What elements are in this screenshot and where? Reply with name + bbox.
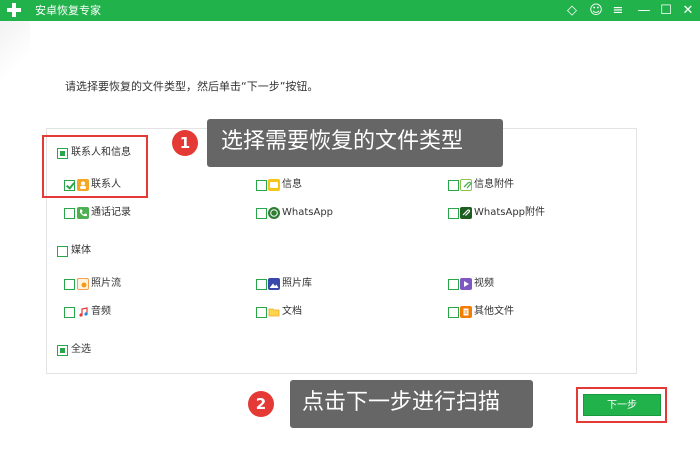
message-attachments-checkbox[interactable] [448, 180, 459, 191]
select-all-checkbox[interactable] [57, 345, 68, 356]
messages-checkbox[interactable] [256, 180, 267, 191]
chat-icon[interactable]: ☺ [586, 1, 606, 20]
instruction-text: 请选择要恢复的文件类型，然后单击“下一步”按钮。 [65, 80, 319, 93]
call-log-checkbox[interactable] [64, 208, 75, 219]
group-media-checkbox[interactable] [57, 246, 68, 257]
photo-stream-checkbox[interactable] [64, 279, 75, 290]
photo-stream-label: 照片流 [91, 278, 121, 289]
callout-step-2-text: 点击下一步进行扫描 [302, 390, 501, 415]
next-button[interactable]: 下一步 [583, 394, 661, 416]
messages-label: 信息 [282, 179, 302, 190]
photo-stream-icon [77, 278, 89, 290]
whatsapp-checkbox[interactable] [256, 208, 267, 219]
highlight-box-contacts [42, 135, 148, 198]
minimize-button[interactable]: — [634, 1, 654, 20]
whatsapp-attachments-checkbox[interactable] [448, 208, 459, 219]
app-title: 安卓恢复专家 [35, 4, 101, 17]
step-badge-1: 1 [172, 130, 198, 156]
file-icon [460, 306, 472, 318]
message-attachments-label: 信息附件 [474, 179, 514, 190]
step-badge-2: 2 [248, 391, 274, 417]
whatsapp-icon [268, 207, 280, 219]
menu-icon[interactable]: ≡ [608, 1, 628, 20]
whatsapp-attachment-icon [460, 207, 472, 219]
folder-icon [268, 306, 280, 318]
callout-step-1-text: 选择需要恢复的文件类型 [221, 129, 464, 154]
background-decoration [0, 21, 30, 81]
maximize-button[interactable]: ☐ [656, 1, 676, 20]
video-checkbox[interactable] [448, 279, 459, 290]
other-files-label: 其他文件 [474, 306, 514, 317]
music-icon [77, 306, 89, 318]
audio-label: 音频 [91, 306, 111, 317]
photo-library-label: 照片库 [282, 278, 312, 289]
group-media-label: 媒体 [71, 245, 91, 256]
close-button[interactable]: ✕ [678, 1, 698, 20]
other-files-checkbox[interactable] [448, 307, 459, 318]
audio-checkbox[interactable] [64, 307, 75, 318]
call-log-label: 通话记录 [91, 207, 131, 218]
paperclip-icon [460, 179, 472, 191]
callout-step-2: 点击下一步进行扫描 [290, 380, 533, 428]
diamond-icon[interactable]: ◇ [562, 1, 582, 20]
video-icon [460, 278, 472, 290]
messages-icon [268, 179, 280, 191]
phone-icon [77, 207, 89, 219]
photo-library-icon [268, 278, 280, 290]
whatsapp-label: WhatsApp [282, 207, 334, 218]
documents-label: 文档 [282, 306, 302, 317]
select-all-label: 全选 [71, 344, 91, 355]
callout-step-1: 选择需要恢复的文件类型 [207, 119, 503, 167]
photo-library-checkbox[interactable] [256, 279, 267, 290]
app-logo-icon [6, 2, 22, 18]
documents-checkbox[interactable] [256, 307, 267, 318]
video-label: 视频 [474, 278, 494, 289]
title-bar: 安卓恢复专家 ◇ ☺ ≡ — ☐ ✕ [0, 0, 700, 21]
whatsapp-attachments-label: WhatsApp附件 [474, 207, 546, 218]
